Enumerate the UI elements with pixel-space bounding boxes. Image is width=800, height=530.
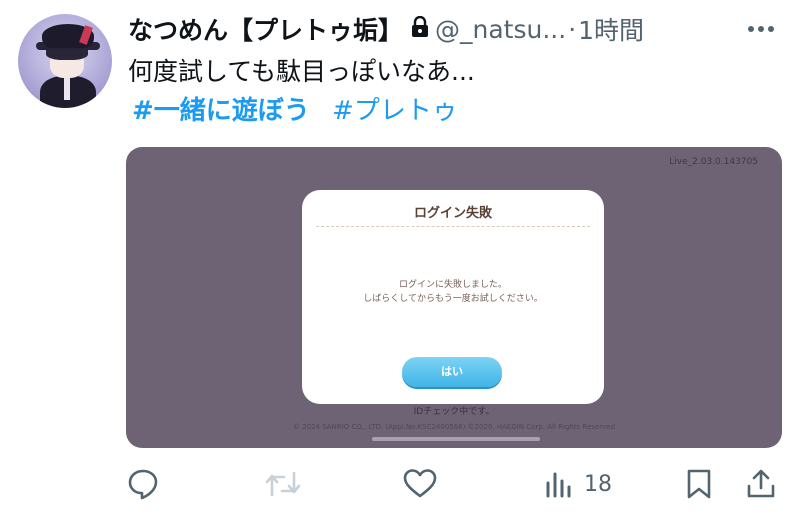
lock-icon [411, 15, 429, 42]
views-icon [544, 469, 574, 499]
media-screenshot[interactable]: Live_2.03.0.143705 ログイン失敗 ログインに失敗しました。 し… [126, 147, 782, 448]
views-count: 18 [584, 471, 612, 497]
tweet-actions: 18 [126, 462, 786, 506]
dialog-message-line: ログインに失敗しました。 [398, 280, 507, 290]
reply-icon[interactable] [126, 462, 160, 506]
ok-button[interactable]: はい [402, 357, 502, 387]
copyright-text: © 2024 SANRIO CO., LTD. (Appl.No.KSC2400… [292, 423, 616, 431]
avatar-tie [64, 78, 70, 100]
timestamp[interactable]: 1時間 [578, 11, 644, 47]
user-handle[interactable]: @_natsu... [435, 15, 566, 44]
id-check-status: IDチェック中です。 [413, 407, 495, 417]
retweet-icon[interactable] [264, 462, 302, 506]
avatar[interactable] [18, 14, 112, 108]
dialog-divider [316, 226, 590, 227]
display-name[interactable]: なつめん【プレトゥ垢】 [128, 11, 403, 47]
tweet-header: なつめん【プレトゥ垢】 @_natsu... · 1時間 [128, 10, 788, 48]
bookmark-icon[interactable] [684, 462, 714, 506]
like-icon[interactable] [402, 462, 438, 506]
separator-dot: · [568, 14, 577, 44]
more-icon[interactable] [748, 26, 788, 32]
hashtag-link[interactable]: #プレトゥ [332, 96, 458, 126]
hashtag-link[interactable]: #一緒に遊ぼう [132, 96, 310, 126]
login-error-dialog: ログイン失敗 ログインに失敗しました。 しばらくしてからもう一度お試しください。… [302, 190, 604, 404]
dialog-title: ログイン失敗 [413, 206, 492, 221]
tweet-text: 何度試しても駄目っぽいなあ... [128, 57, 475, 86]
dialog-message-line: しばらくしてからもう一度お試しください。 [363, 294, 543, 304]
version-label: Live_2.03.0.143705 [669, 157, 758, 167]
views-button[interactable]: 18 [544, 462, 612, 506]
home-indicator [372, 437, 540, 441]
dialog-message: ログインに失敗しました。 しばらくしてからもう一度お試しください。 [302, 278, 604, 306]
share-icon[interactable] [744, 462, 778, 506]
hashtags: #一緒に遊ぼう #プレトゥ [132, 90, 472, 127]
